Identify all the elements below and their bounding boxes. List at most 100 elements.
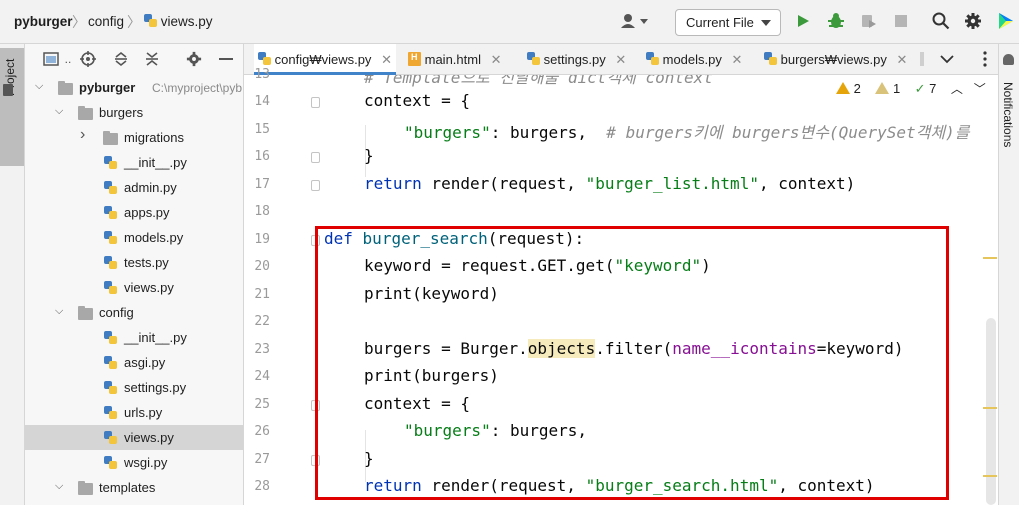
chevron-down-icon[interactable]: ⌵ xyxy=(55,105,63,118)
chevron-down-icon[interactable]: ⌵ xyxy=(55,480,63,493)
close-icon[interactable]: ✕ xyxy=(491,52,502,67)
previous-highlight-icon[interactable]: ︿ xyxy=(951,82,963,96)
file-icon xyxy=(920,52,924,66)
tree-item[interactable]: __init__.py xyxy=(25,325,243,350)
view-mode-dropdown[interactable]: .. xyxy=(61,48,75,70)
tree-item[interactable]: models.py xyxy=(25,225,243,250)
line-number: 21 xyxy=(254,287,270,302)
locate-file-icon[interactable] xyxy=(77,48,99,70)
close-icon[interactable]: ✕ xyxy=(896,52,907,67)
jetbrains-logo-icon[interactable] xyxy=(995,10,1017,32)
python-file-icon xyxy=(527,52,540,66)
tree-item[interactable]: › migrations xyxy=(25,125,243,150)
inspections-widget[interactable]: 2 1 ✓ 7 ︿ ﹀ xyxy=(836,80,986,104)
notifications-tab[interactable]: Notifications xyxy=(1001,82,1015,147)
python-file-icon xyxy=(764,52,777,66)
search-icon[interactable] xyxy=(930,10,952,32)
bell-icon[interactable] xyxy=(1003,54,1014,65)
breadcrumb-folder[interactable]: config xyxy=(88,14,124,29)
tree-item[interactable]: ⌵ config xyxy=(25,300,243,325)
tree-item[interactable]: tests.py xyxy=(25,250,243,275)
tree-item[interactable]: wsgi.py xyxy=(25,450,243,475)
tree-item-label: config xyxy=(99,305,134,320)
python-file-icon xyxy=(144,14,157,28)
tree-item-label: templates xyxy=(99,480,156,495)
folder-icon xyxy=(78,106,93,120)
folder-icon xyxy=(78,481,93,495)
line-number: 15 xyxy=(254,122,270,137)
gear-icon[interactable] xyxy=(183,48,205,70)
run-icon[interactable] xyxy=(792,10,814,32)
tree-item[interactable]: __init__.py xyxy=(25,150,243,175)
close-icon[interactable]: ✕ xyxy=(381,52,392,67)
tree-item[interactable]: ⌵ templates xyxy=(25,475,243,500)
breadcrumb-project[interactable]: pyburger xyxy=(14,14,73,29)
python-file-icon xyxy=(104,281,117,295)
python-file-icon xyxy=(646,52,659,66)
settings-icon[interactable] xyxy=(962,10,984,32)
code-editor[interactable]: # Template으로 전달해줄 dict객체 context context… xyxy=(317,75,997,505)
navigation-bar: pyburger 〉 config 〉 views.py Current Fil… xyxy=(0,0,1019,44)
python-file-icon xyxy=(258,52,271,66)
close-icon[interactable]: ✕ xyxy=(615,52,626,67)
folder-icon xyxy=(3,84,13,96)
expand-all-icon[interactable] xyxy=(110,48,132,70)
tab-overflow[interactable] xyxy=(920,44,934,75)
tree-item[interactable]: views.py xyxy=(25,275,243,300)
more-options-icon[interactable] xyxy=(974,48,996,70)
tree-item[interactable]: urls.py xyxy=(25,400,243,425)
error-stripe-mark[interactable] xyxy=(983,407,997,409)
python-file-icon xyxy=(104,356,117,370)
line-number: 14 xyxy=(254,94,270,109)
project-tool-window-tab[interactable]: Project xyxy=(0,48,24,166)
tree-item[interactable]: apps.py xyxy=(25,200,243,225)
tab-burgers-views[interactable]: burgers₩views.py ✕ xyxy=(764,44,907,75)
tree-item[interactable]: asgi.py xyxy=(25,350,243,375)
code-line-19: def burger_search(request): xyxy=(324,229,585,248)
line-number: 18 xyxy=(254,204,270,219)
error-stripe-mark[interactable] xyxy=(983,257,997,259)
breadcrumb-file-label: views.py xyxy=(160,14,213,29)
tab-label: config₩views.py xyxy=(274,52,372,67)
tree-item[interactable]: ⌵ burgers xyxy=(25,100,243,125)
stop-icon[interactable] xyxy=(890,10,912,32)
tree-item-label: wsgi.py xyxy=(124,455,168,470)
tree-item-label: urls.py xyxy=(124,405,163,420)
run-configuration-dropdown[interactable]: Current File xyxy=(675,9,781,36)
line-number: 23 xyxy=(254,342,270,357)
code-line-23: burgers = Burger.objects.filter(name__ic… xyxy=(364,339,904,358)
tree-item[interactable]: views.py xyxy=(25,425,243,450)
user-icon[interactable] xyxy=(618,10,652,32)
chevron-right-icon[interactable]: › xyxy=(80,126,85,144)
tab-settings[interactable]: settings.py ✕ xyxy=(527,44,632,75)
python-file-icon xyxy=(104,381,117,395)
error-stripe-mark[interactable] xyxy=(983,475,997,477)
code-line-14: context = { xyxy=(364,91,470,110)
python-file-icon xyxy=(104,431,117,445)
folder-icon xyxy=(103,131,118,145)
coverage-icon[interactable] xyxy=(858,10,880,32)
chevron-down-icon[interactable]: ⌵ xyxy=(35,80,43,93)
chevron-down-icon[interactable]: ⌵ xyxy=(55,305,63,318)
tree-item[interactable]: settings.py xyxy=(25,375,243,400)
close-icon[interactable]: ✕ xyxy=(732,52,743,67)
hide-panel-icon[interactable] xyxy=(215,48,237,70)
line-number: 28 xyxy=(254,479,270,494)
line-number: 17 xyxy=(254,177,270,192)
breadcrumb-file[interactable]: views.py xyxy=(144,14,213,29)
tab-config-views[interactable]: config₩views.py ✕ xyxy=(254,44,396,75)
tree-item-label: burgers xyxy=(99,105,144,120)
chevron-down-icon[interactable] xyxy=(936,48,958,70)
tree-item-label: views.py xyxy=(124,280,174,295)
view-mode-icon[interactable] xyxy=(40,48,62,70)
tree-item[interactable]: admin.py xyxy=(25,175,243,200)
tree-item[interactable]: ⌵ pyburger C:\myproject\pyb xyxy=(25,75,243,100)
typo-check-icon: ✓ xyxy=(914,81,926,96)
tab-main-html[interactable]: main.html ✕ xyxy=(408,44,508,75)
debug-icon[interactable] xyxy=(825,10,847,32)
tab-label: main.html xyxy=(424,52,481,67)
collapse-all-icon[interactable] xyxy=(141,48,163,70)
warning-count: 2 xyxy=(853,81,861,96)
tab-models[interactable]: models.py ✕ xyxy=(646,44,751,75)
python-file-icon xyxy=(104,181,117,195)
